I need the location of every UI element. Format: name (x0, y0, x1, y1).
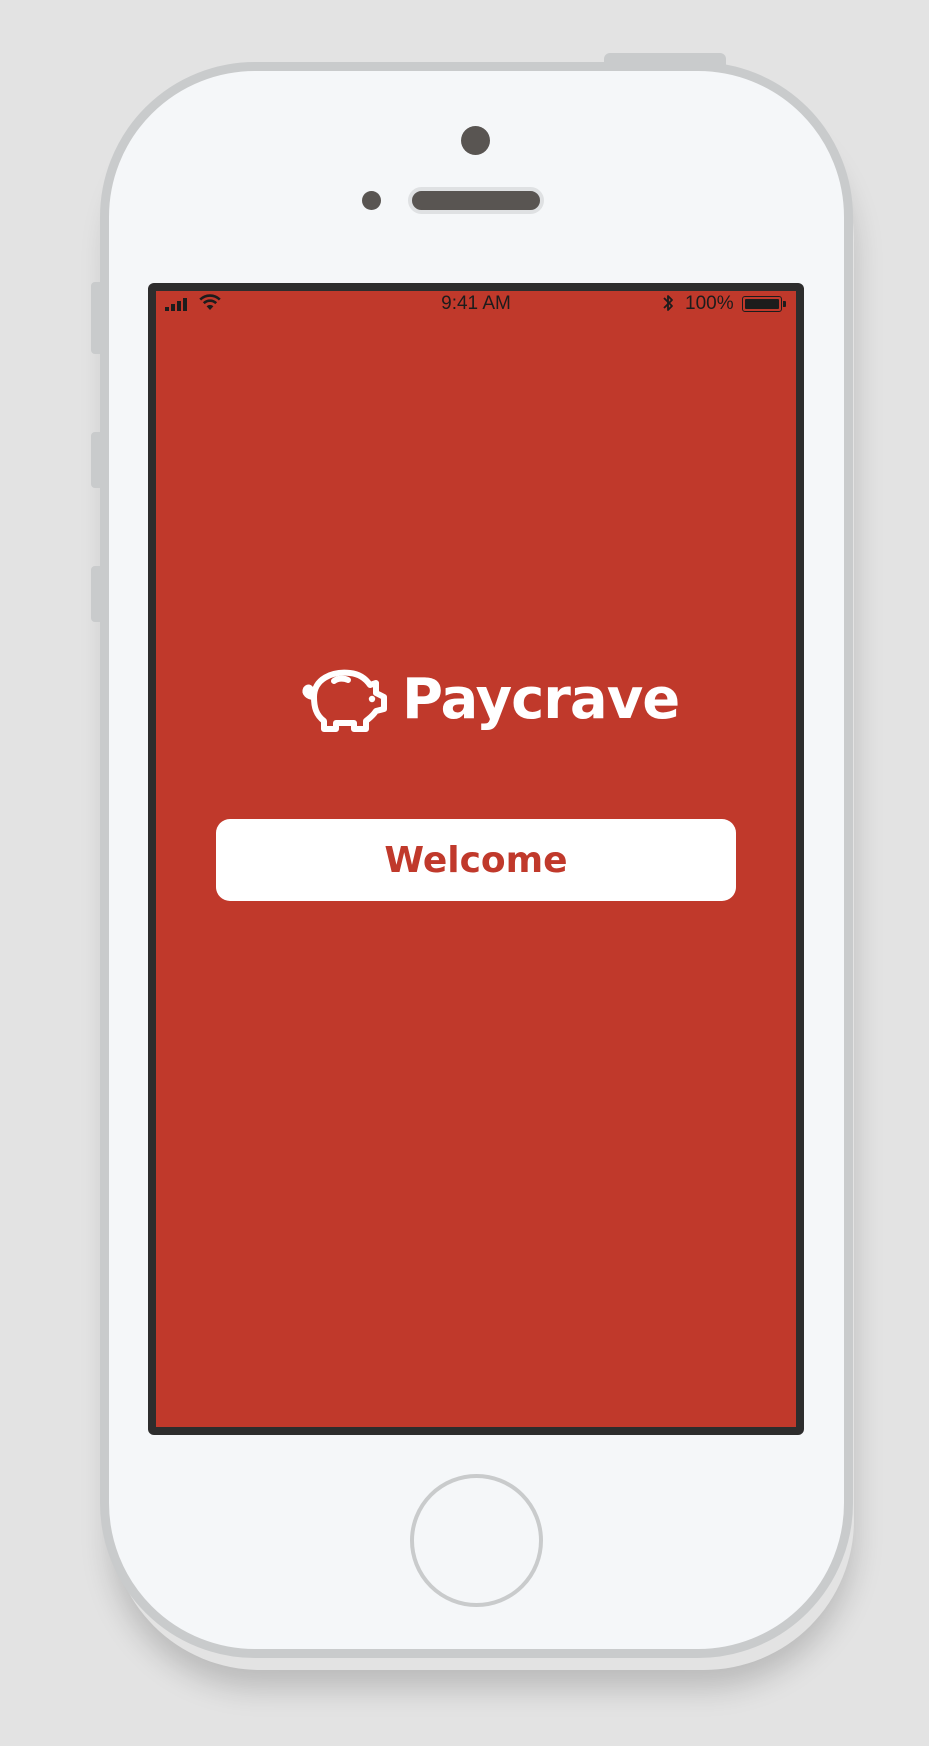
app-screen: 9:41 AM 100% Paycrave Welcome (156, 291, 796, 1427)
app-name: Paycrave (402, 667, 680, 732)
status-bar: 9:41 AM 100% (156, 291, 796, 317)
device-mockup: 9:41 AM 100% Paycrave Welcome (0, 0, 929, 1746)
battery-tip (783, 301, 786, 307)
home-button[interactable] (410, 1474, 543, 1607)
app-logo: Paycrave (292, 667, 680, 733)
piggy-bank-icon (302, 669, 387, 732)
battery-percentage: 100% (685, 293, 734, 314)
proximity-sensor (362, 191, 381, 210)
battery-level-fill (745, 299, 779, 309)
battery-icon (742, 296, 782, 312)
front-camera (461, 126, 490, 155)
earpiece-speaker (408, 187, 544, 214)
bluetooth-icon (663, 295, 673, 311)
welcome-button[interactable]: Welcome (216, 819, 736, 901)
